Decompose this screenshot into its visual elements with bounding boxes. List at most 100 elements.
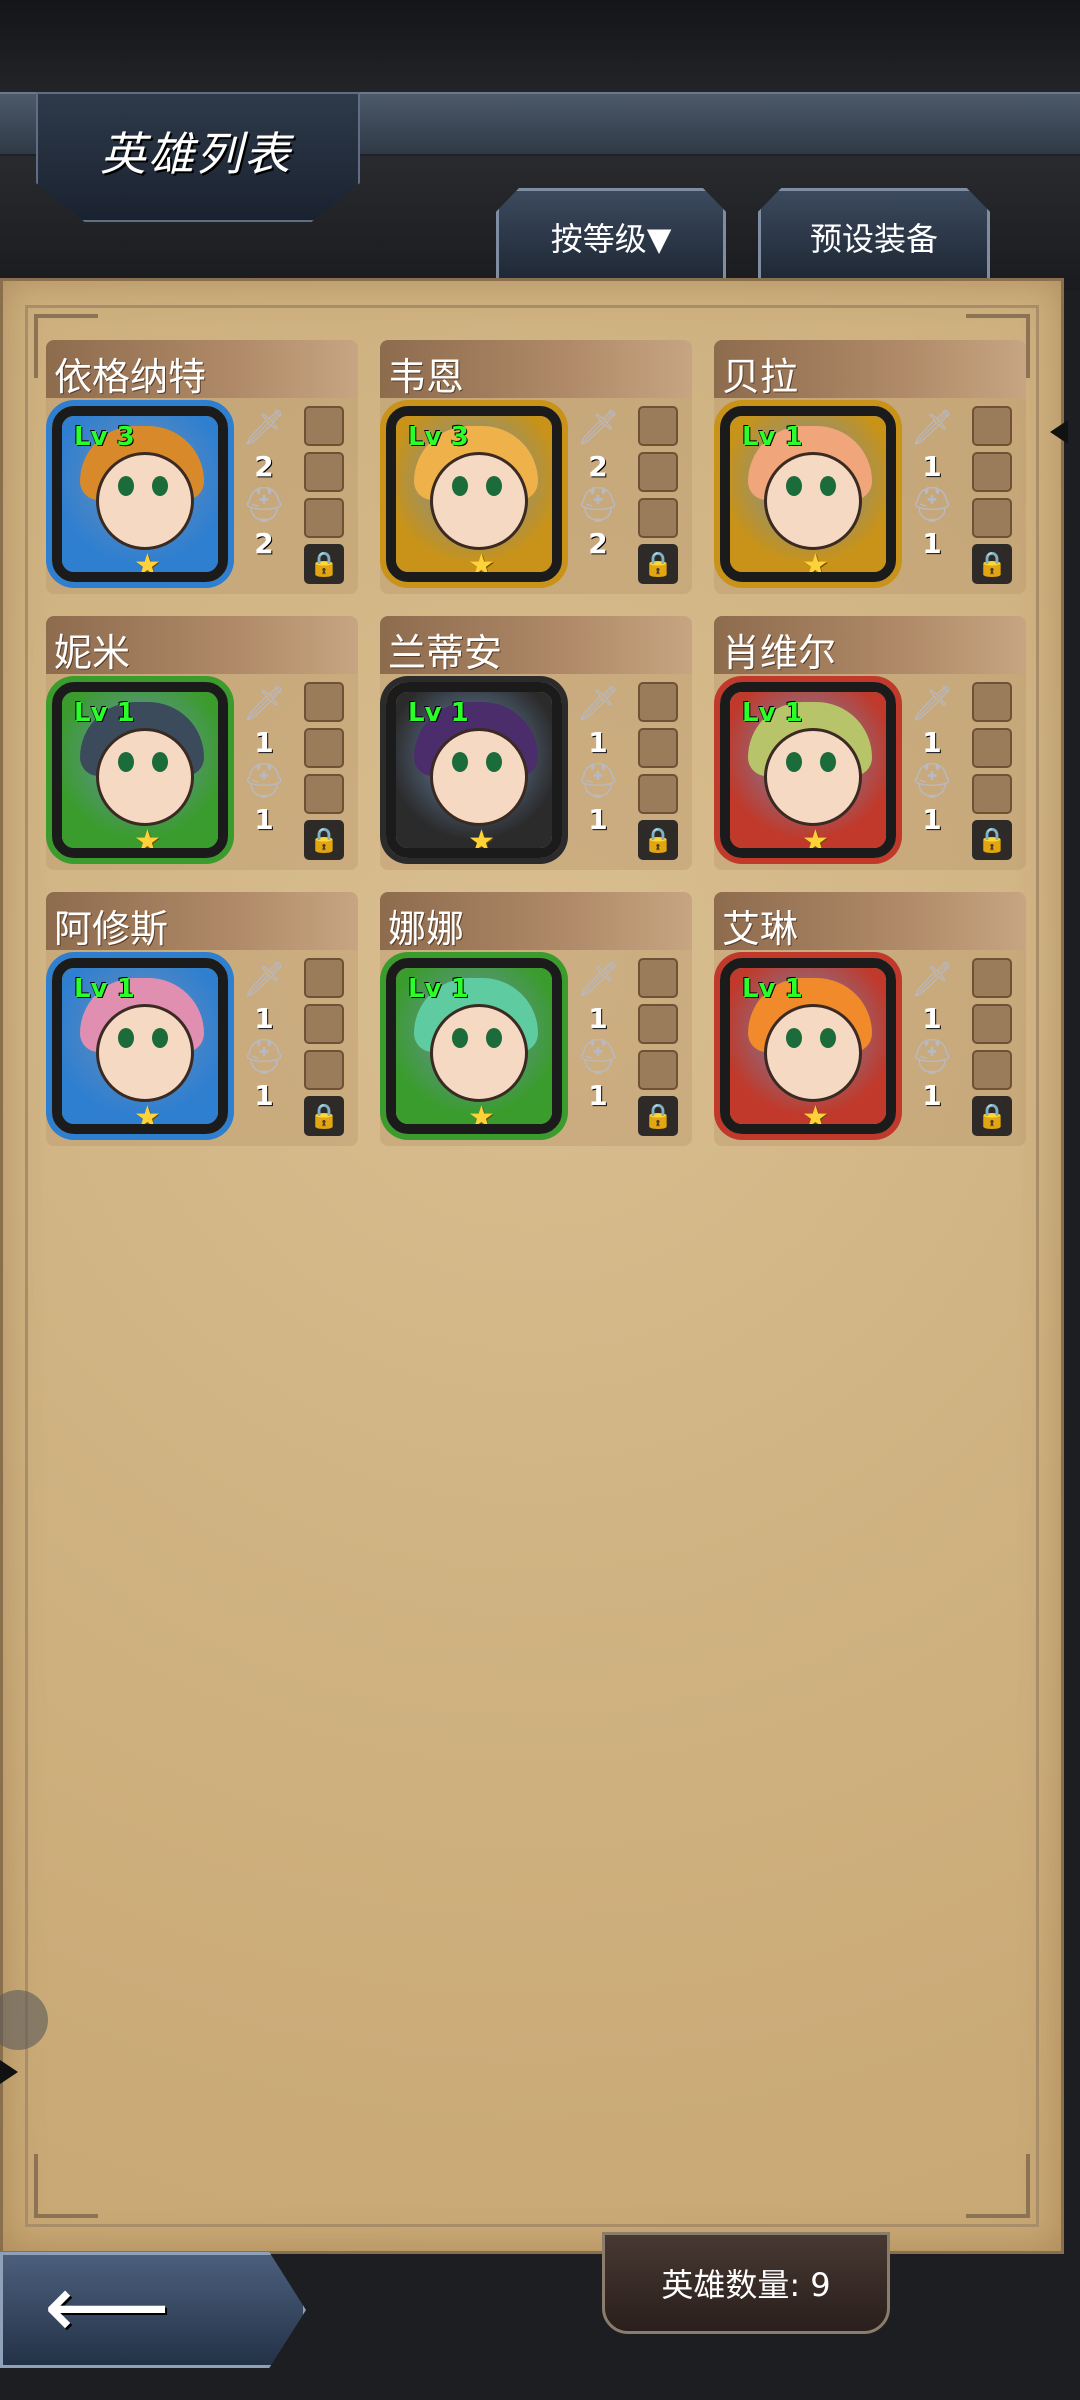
gear-stats: 🗡 1 ⛑ 1 xyxy=(910,682,962,836)
lock-icon[interactable]: 🔒 xyxy=(638,1096,678,1136)
sword-icon: 🗡 xyxy=(242,408,286,448)
hero-level: Lv 1 xyxy=(742,974,803,1004)
hero-name: 韦恩 xyxy=(388,355,465,399)
gear-stats: 🗡 1 ⛑ 1 xyxy=(242,682,294,836)
star-icon: ★ xyxy=(134,1100,161,1134)
equipment-slot[interactable] xyxy=(304,406,344,446)
star-icon: ★ xyxy=(134,824,161,858)
hero-portrait[interactable]: Lv 3 ★ xyxy=(386,406,562,582)
equipment-slot[interactable] xyxy=(638,1050,678,1090)
equipment-slot[interactable] xyxy=(638,958,678,998)
helmet-icon: ⛑ xyxy=(910,485,954,525)
equipment-slot[interactable] xyxy=(638,1004,678,1044)
lock-icon[interactable]: 🔒 xyxy=(304,820,344,860)
equipment-slot[interactable] xyxy=(638,682,678,722)
sword-icon: 🗡 xyxy=(910,684,954,724)
hero-eye xyxy=(118,1028,134,1048)
hero-portrait[interactable]: Lv 1 ★ xyxy=(386,682,562,858)
star-icon: ★ xyxy=(802,548,829,582)
weapon-count: 1 xyxy=(922,1002,942,1035)
hero-face xyxy=(96,728,194,826)
equipment-slot[interactable] xyxy=(304,1004,344,1044)
lock-icon[interactable]: 🔒 xyxy=(638,544,678,584)
lock-icon[interactable]: 🔒 xyxy=(304,1096,344,1136)
armor-count: 1 xyxy=(922,1079,942,1112)
hero-portrait[interactable]: Lv 1 ★ xyxy=(720,958,896,1134)
hero-card[interactable]: 娜娜 Lv 1 ★ 🗡 1 ⛑ 1 🔒 xyxy=(380,892,692,1146)
hero-portrait[interactable]: Lv 3 ★ xyxy=(52,406,228,582)
weapon-count: 1 xyxy=(922,450,942,483)
equipment-slot[interactable] xyxy=(972,452,1012,492)
lock-icon[interactable]: 🔒 xyxy=(972,820,1012,860)
hero-card[interactable]: 妮米 Lv 1 ★ 🗡 1 ⛑ 1 🔒 xyxy=(46,616,358,870)
hero-eye xyxy=(786,1028,802,1048)
corner-ornament xyxy=(966,2154,1030,2218)
hero-portrait[interactable]: Lv 1 ★ xyxy=(720,406,896,582)
equipment-slots: 🔒 xyxy=(304,406,344,584)
equipment-slot[interactable] xyxy=(304,682,344,722)
armor-count: 1 xyxy=(588,1079,608,1112)
equipment-slots: 🔒 xyxy=(304,958,344,1136)
sword-icon: 🗡 xyxy=(576,408,620,448)
equipment-slot[interactable] xyxy=(972,774,1012,814)
equipment-slot[interactable] xyxy=(638,406,678,446)
edge-notch xyxy=(1050,420,1068,444)
equipment-slot[interactable] xyxy=(972,1050,1012,1090)
hero-eye xyxy=(786,752,802,772)
equipment-slot[interactable] xyxy=(638,728,678,768)
equipment-slot[interactable] xyxy=(638,774,678,814)
hero-eye xyxy=(118,476,134,496)
hero-card[interactable]: 肖维尔 Lv 1 ★ 🗡 1 ⛑ 1 🔒 xyxy=(714,616,1026,870)
hero-card[interactable]: 艾琳 Lv 1 ★ 🗡 1 ⛑ 1 🔒 xyxy=(714,892,1026,1146)
equipment-slot[interactable] xyxy=(972,682,1012,722)
hero-portrait[interactable]: Lv 1 ★ xyxy=(52,958,228,1134)
equipment-slot[interactable] xyxy=(972,406,1012,446)
helmet-icon: ⛑ xyxy=(576,761,620,801)
lock-icon[interactable]: 🔒 xyxy=(972,544,1012,584)
sword-icon: 🗡 xyxy=(576,960,620,1000)
hero-card[interactable]: 依格纳特 Lv 3 ★ 🗡 2 ⛑ 2 🔒 xyxy=(46,340,358,594)
equipment-slot[interactable] xyxy=(638,498,678,538)
hero-portrait[interactable]: Lv 1 ★ xyxy=(386,958,562,1134)
lock-icon[interactable]: 🔒 xyxy=(638,820,678,860)
hero-portrait[interactable]: Lv 1 ★ xyxy=(720,682,896,858)
armor-count: 1 xyxy=(254,803,274,836)
hero-eye xyxy=(152,752,168,772)
equipment-slots: 🔒 xyxy=(304,682,344,860)
hero-name: 肖维尔 xyxy=(722,631,837,675)
preset-equipment-button[interactable]: 预设装备 xyxy=(758,188,990,283)
hero-level: Lv 1 xyxy=(408,974,469,1004)
equipment-slot[interactable] xyxy=(972,1004,1012,1044)
hero-eye xyxy=(452,476,468,496)
hero-card[interactable]: 贝拉 Lv 1 ★ 🗡 1 ⛑ 1 🔒 xyxy=(714,340,1026,594)
hero-eye xyxy=(152,476,168,496)
sort-by-level-button[interactable]: 按等级▼ xyxy=(496,188,726,283)
hero-portrait[interactable]: Lv 1 ★ xyxy=(52,682,228,858)
helmet-icon: ⛑ xyxy=(576,485,620,525)
hero-card[interactable]: 兰蒂安 Lv 1 ★ 🗡 1 ⛑ 1 🔒 xyxy=(380,616,692,870)
equipment-slot[interactable] xyxy=(972,958,1012,998)
equipment-slot[interactable] xyxy=(638,452,678,492)
hero-eye xyxy=(452,1028,468,1048)
equipment-slot[interactable] xyxy=(304,958,344,998)
hero-face xyxy=(764,452,862,550)
hero-eye xyxy=(486,752,502,772)
equipment-slot[interactable] xyxy=(304,774,344,814)
helmet-icon: ⛑ xyxy=(576,1037,620,1077)
lock-icon[interactable]: 🔒 xyxy=(304,544,344,584)
lock-icon[interactable]: 🔒 xyxy=(972,1096,1012,1136)
equipment-slot[interactable] xyxy=(304,452,344,492)
helmet-icon: ⛑ xyxy=(242,1037,286,1077)
equipment-slot[interactable] xyxy=(972,498,1012,538)
sword-icon: 🗡 xyxy=(910,960,954,1000)
hero-card[interactable]: 韦恩 Lv 3 ★ 🗡 2 ⛑ 2 🔒 xyxy=(380,340,692,594)
hero-level: Lv 1 xyxy=(74,698,135,728)
equipment-slot[interactable] xyxy=(304,728,344,768)
equipment-slot[interactable] xyxy=(304,498,344,538)
equipment-slot[interactable] xyxy=(304,1050,344,1090)
hero-card[interactable]: 阿修斯 Lv 1 ★ 🗡 1 ⛑ 1 🔒 xyxy=(46,892,358,1146)
back-arrow-icon[interactable]: ⟵ xyxy=(44,2262,170,2352)
weapon-count: 1 xyxy=(588,726,608,759)
sword-icon: 🗡 xyxy=(910,408,954,448)
equipment-slot[interactable] xyxy=(972,728,1012,768)
